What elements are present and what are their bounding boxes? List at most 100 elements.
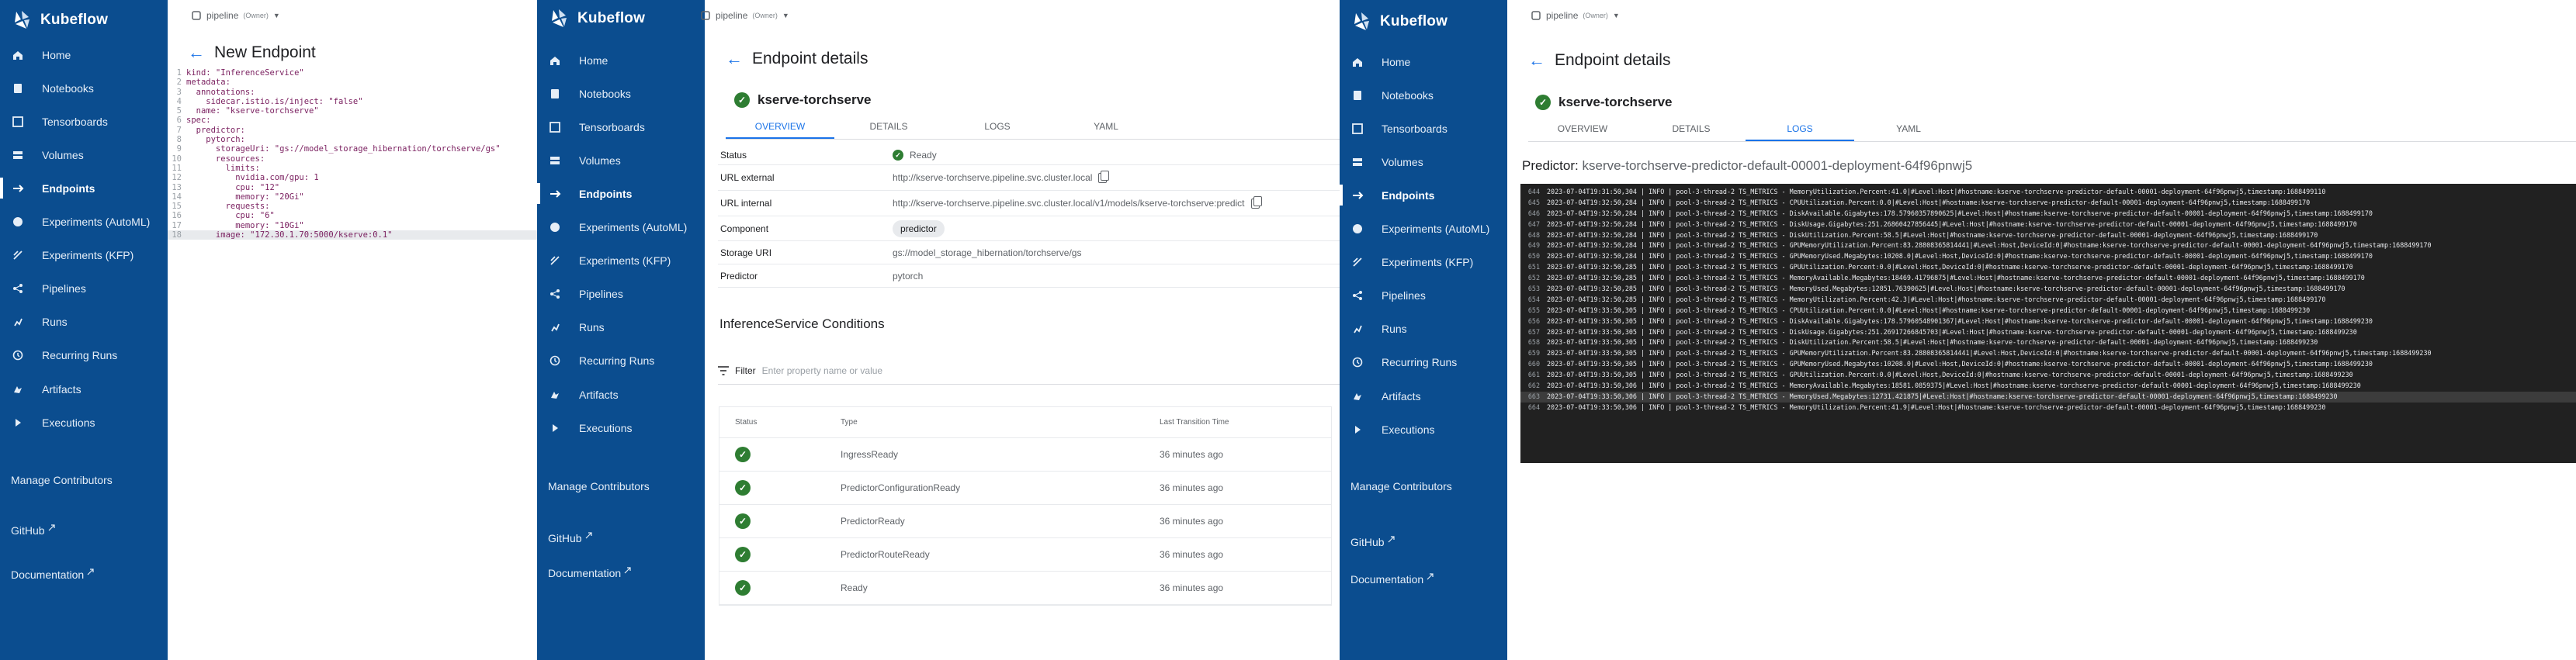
manage-contributors-link[interactable]: Manage Contributors: [537, 469, 650, 503]
sidebar-item-artifacts[interactable]: Artifacts: [1340, 379, 1507, 413]
manage-contributors-link[interactable]: Manage Contributors: [1340, 469, 1452, 503]
copy-icon[interactable]: [1098, 170, 1110, 183]
editor-line[interactable]: 15 requests:: [168, 202, 537, 211]
yaml-editor[interactable]: 1 kind: "InferenceService" 2 metadata: 3 ann…: [168, 68, 537, 254]
namespace-selector[interactable]: pipeline (Owner) ▼: [191, 0, 280, 31]
sidebar-item-label: Endpoints: [1382, 188, 1435, 202]
overview-value[interactable]: http://kserve-torchserve.pipeline.svc.cl…: [893, 198, 1245, 209]
tab-yaml[interactable]: YAML: [1052, 115, 1160, 139]
sidebar-item-tensorboards[interactable]: Tensorboards: [1340, 112, 1507, 145]
editor-line[interactable]: 13 cpu: "12": [168, 183, 537, 192]
editor-line[interactable]: 17 memory: "10Gi": [168, 221, 537, 230]
overview-value[interactable]: http://kserve-torchserve.pipeline.svc.cl…: [893, 172, 1092, 183]
editor-line[interactable]: 5 name: "kserve-torchserve": [168, 106, 537, 116]
sidebar-item-endpoints[interactable]: Endpoints: [537, 177, 705, 210]
sidebar-item-experiments-kfp[interactable]: Experiments (KFP): [537, 244, 705, 278]
editor-line[interactable]: 3 annotations:: [168, 88, 537, 97]
notebook-icon: [548, 87, 562, 101]
namespace-selector[interactable]: pipeline (Owner) ▼: [1531, 0, 1620, 31]
tab-logs[interactable]: LOGS: [943, 115, 1052, 139]
editor-line[interactable]: 8 pytorch:: [168, 135, 537, 144]
editor-line[interactable]: 12 nvidia.com/gpu: 1: [168, 173, 537, 182]
sidebar-item-experiments-automl[interactable]: Experiments (AutoML): [0, 206, 168, 239]
sidebar-item-artifacts[interactable]: Artifacts: [0, 372, 168, 406]
sidebar-item-recurring-runs[interactable]: Recurring Runs: [537, 344, 705, 378]
sidebar-item-executions[interactable]: Executions: [1340, 413, 1507, 446]
sidebar-item-experiments-kfp[interactable]: Experiments (KFP): [1340, 246, 1507, 279]
copy-icon[interactable]: [1250, 195, 1262, 209]
editor-line[interactable]: 18 image: "172.30.1.70:5000/kserve:0.1": [168, 230, 537, 240]
documentation-link[interactable]: Documentation: [1340, 562, 1434, 596]
github-link[interactable]: GitHub: [0, 513, 55, 548]
namespace-selector[interactable]: pipeline (Owner) ▼: [700, 0, 789, 31]
documentation-link[interactable]: Documentation: [0, 558, 94, 592]
tab-yaml[interactable]: YAML: [1854, 117, 1963, 141]
sidebar-item-recurring-runs[interactable]: Recurring Runs: [1340, 346, 1507, 379]
line-number: 6: [176, 116, 182, 126]
sidebar-item-endpoints[interactable]: Endpoints: [0, 171, 168, 205]
kubeflow-logo[interactable]: Kubeflow: [537, 2, 645, 36]
sidebar-item-home[interactable]: Home: [1340, 45, 1507, 78]
editor-line[interactable]: 11 limits:: [168, 164, 537, 173]
sidebar-item-runs[interactable]: Runs: [1340, 313, 1507, 346]
tab-logs[interactable]: LOGS: [1746, 117, 1854, 141]
sidebar-item-experiments-automl[interactable]: Experiments (AutoML): [1340, 213, 1507, 246]
editor-line[interactable]: 7 predictor:: [168, 126, 537, 135]
tab-overview[interactable]: OVERVIEW: [726, 115, 834, 139]
sidebar-item-recurring-runs[interactable]: Recurring Runs: [0, 339, 168, 372]
kubeflow-logo[interactable]: Kubeflow: [0, 3, 108, 37]
filter-input[interactable]: Enter property name or value: [762, 365, 882, 376]
editor-line[interactable]: 6 spec:: [168, 116, 537, 125]
tab-details[interactable]: DETAILS: [1637, 117, 1746, 141]
header-status[interactable]: Status: [719, 418, 841, 427]
editor-line[interactable]: 9 storageUri: "gs://model_storage_hibern…: [168, 144, 537, 154]
sidebar-item-runs[interactable]: Runs: [0, 306, 168, 339]
tab-details[interactable]: DETAILS: [834, 115, 943, 139]
volume-icon: [548, 154, 562, 168]
editor-line[interactable]: 4 sidecar.istio.is/inject: "false": [168, 97, 537, 106]
editor-line[interactable]: 1 kind: "InferenceService": [168, 68, 537, 78]
sidebar-item-experiments-kfp[interactable]: Experiments (KFP): [0, 239, 168, 272]
sidebar-item-home[interactable]: Home: [537, 43, 705, 77]
back-arrow-icon[interactable]: ←: [188, 44, 205, 61]
sidebar-item-notebooks[interactable]: Notebooks: [1340, 78, 1507, 112]
editor-line[interactable]: 2 metadata:: [168, 78, 537, 87]
editor-line[interactable]: 14 memory: "20Gi": [168, 192, 537, 202]
tab-overview[interactable]: OVERVIEW: [1528, 117, 1637, 141]
back-arrow-icon[interactable]: ←: [726, 50, 743, 67]
sidebar-item-pipelines[interactable]: Pipelines: [0, 272, 168, 306]
editor-line[interactable]: 10 resources:: [168, 154, 537, 164]
sidebar-item-endpoints[interactable]: Endpoints: [1340, 178, 1507, 212]
endpoint-icon: [1350, 188, 1364, 202]
filter-bar[interactable]: Filter Enter property name or value: [718, 357, 1340, 385]
sidebar-item-pipelines[interactable]: Pipelines: [537, 278, 705, 311]
sidebar-item-volumes[interactable]: Volumes: [537, 143, 705, 177]
back-arrow-icon[interactable]: ←: [1528, 52, 1545, 69]
header-type[interactable]: Type: [841, 418, 1160, 427]
sidebar-item-pipelines[interactable]: Pipelines: [1340, 279, 1507, 313]
sidebar-item-tensorboards[interactable]: Tensorboards: [537, 110, 705, 143]
sidebar-item-home[interactable]: Home: [0, 38, 168, 71]
artifacts-icon: [1350, 389, 1364, 403]
github-link[interactable]: GitHub: [537, 521, 592, 555]
sidebar-item-executions[interactable]: Executions: [537, 411, 705, 444]
conditions-table: Status Type Last Transition Time ✓ Ingres…: [719, 406, 1332, 606]
documentation-link[interactable]: Documentation: [537, 556, 631, 590]
kubeflow-logo[interactable]: Kubeflow: [1340, 5, 1447, 39]
sidebar-item-volumes[interactable]: Volumes: [1340, 145, 1507, 178]
sidebar-item-volumes[interactable]: Volumes: [0, 138, 168, 171]
sidebar-item-executions[interactable]: Executions: [0, 406, 168, 439]
editor-line[interactable]: 16 cpu: "6": [168, 211, 537, 220]
sidebar-item-runs[interactable]: Runs: [537, 311, 705, 344]
github-link[interactable]: GitHub: [1340, 525, 1395, 559]
sidebar-item-artifacts[interactable]: Artifacts: [537, 378, 705, 411]
header-last-transition[interactable]: Last Transition Time: [1160, 418, 1331, 427]
pipeline-icon: [11, 282, 25, 295]
manage-contributors-link[interactable]: Manage Contributors: [0, 463, 113, 497]
sidebar-item-notebooks[interactable]: Notebooks: [0, 71, 168, 105]
sidebar-item-tensorboards[interactable]: Tensorboards: [0, 105, 168, 138]
log-viewer[interactable]: 644 2023-07-04T19:31:50,304 | INFO | pool…: [1520, 184, 2576, 463]
sidebar-item-experiments-automl[interactable]: Experiments (AutoML): [537, 211, 705, 244]
sidebar-item-notebooks[interactable]: Notebooks: [537, 77, 705, 110]
log-line-number: 649: [1527, 241, 1540, 250]
